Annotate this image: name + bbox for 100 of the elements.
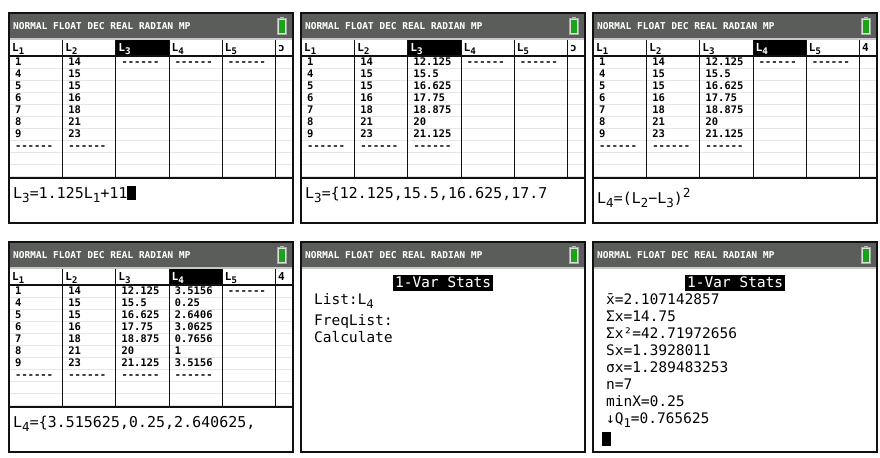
table-cell: 16 bbox=[652, 92, 665, 104]
table-cell: 15.5 bbox=[705, 68, 731, 80]
column-header[interactable]: L$_{5}$ bbox=[806, 40, 859, 57]
entry-line: L$_{3}$={12.125,15.5,16.625,17.7 bbox=[305, 184, 548, 207]
column-header[interactable]: L$_{4}$ bbox=[170, 40, 222, 57]
battery-icon bbox=[277, 17, 287, 35]
table-cell: 8 bbox=[15, 116, 22, 128]
column-header[interactable]: 4 bbox=[860, 40, 876, 57]
column-header[interactable]: L$_{4}$ bbox=[754, 40, 806, 57]
table-cell: ------ bbox=[360, 140, 398, 152]
table-cell: 20 bbox=[705, 116, 718, 128]
menu-title: 1-Var Stats bbox=[392, 275, 494, 291]
table-cell: 4 bbox=[599, 68, 606, 80]
battery-icon bbox=[861, 246, 871, 264]
column-header[interactable]: ɔ bbox=[276, 40, 292, 57]
battery-icon bbox=[277, 246, 287, 264]
battery-icon bbox=[861, 17, 871, 35]
table-cell: 9 bbox=[599, 128, 606, 140]
column-header[interactable]: L$_{3}$ bbox=[116, 40, 169, 57]
column-header[interactable]: L$_{5}$ bbox=[222, 40, 275, 57]
table-cell: 14 bbox=[68, 285, 81, 297]
table-cell: 9 bbox=[307, 128, 314, 140]
table-cell: ------ bbox=[228, 56, 266, 68]
table-cell: 2.6406 bbox=[174, 309, 213, 321]
column-header[interactable]: L$_{4}$ bbox=[170, 269, 222, 286]
table-cell: 12.125 bbox=[121, 285, 160, 297]
table-cell: 14 bbox=[68, 56, 81, 68]
table-cell: 0.7656 bbox=[174, 333, 213, 345]
table-cell: ------ bbox=[174, 369, 213, 381]
table-cell: 16 bbox=[68, 321, 81, 333]
table-cell: 8 bbox=[307, 116, 314, 128]
stat-line: List:L$_{4}$ bbox=[313, 292, 375, 313]
table-cell: 1 bbox=[15, 56, 22, 68]
table-cell: 16 bbox=[360, 92, 373, 104]
table-cell: 12.125 bbox=[705, 56, 744, 68]
table-cell: ------ bbox=[121, 369, 160, 381]
table-cell: 1 bbox=[174, 345, 181, 357]
table-cell: 18 bbox=[68, 333, 81, 345]
table-cell: 17.75 bbox=[121, 321, 153, 333]
table-cell: ------ bbox=[812, 56, 850, 68]
column-header[interactable]: L$_{1}$ bbox=[302, 40, 354, 57]
table-cell: ------ bbox=[413, 140, 452, 152]
table-cell: 4 bbox=[307, 68, 314, 80]
column-header[interactable]: L$_{2}$ bbox=[647, 40, 700, 57]
table-cell: ------ bbox=[599, 140, 637, 152]
table-cell: 23 bbox=[68, 357, 81, 369]
column-header[interactable]: L$_{3}$ bbox=[700, 40, 753, 57]
table-cell: 15.5 bbox=[121, 297, 147, 309]
battery-icon bbox=[569, 246, 579, 264]
table-cell: 23 bbox=[652, 128, 665, 140]
table-cell: 1 bbox=[15, 285, 22, 297]
stat-line: σx=1.289483253 bbox=[605, 360, 730, 377]
column-header[interactable]: L$_{1}$ bbox=[10, 269, 62, 286]
table-cell: 5 bbox=[307, 80, 314, 92]
mode-status: NORMAL FLOAT DEC REAL RADIAN MP bbox=[13, 20, 190, 32]
table-cell: 15 bbox=[652, 68, 665, 80]
entry-line: L$_{4}$={3.515625,0.25,2.640625, bbox=[13, 413, 256, 436]
table-cell: 15 bbox=[68, 80, 81, 92]
column-header[interactable]: L$_{1}$ bbox=[10, 40, 62, 57]
table-cell: 5 bbox=[15, 80, 22, 92]
column-header[interactable]: L$_{5}$ bbox=[514, 40, 567, 57]
table-cell: 0.25 bbox=[174, 297, 200, 309]
stat-line: n=7 bbox=[605, 377, 634, 394]
table-cell: 7 bbox=[599, 104, 606, 116]
column-header[interactable]: 4 bbox=[276, 269, 292, 286]
column-header[interactable]: L$_{4}$ bbox=[462, 40, 514, 57]
stat-line: x̄=2.107142857 bbox=[605, 292, 720, 309]
table-cell: 21.125 bbox=[705, 128, 744, 140]
table-cell: 16 bbox=[68, 92, 81, 104]
table-cell: 21 bbox=[652, 116, 665, 128]
column-header[interactable]: L$_{5}$ bbox=[222, 269, 275, 286]
table-cell: 17.75 bbox=[705, 92, 737, 104]
table-cell: 15 bbox=[360, 68, 373, 80]
table-cell: 6 bbox=[15, 321, 22, 333]
table-cell: 23 bbox=[360, 128, 373, 140]
table-cell: 6 bbox=[15, 92, 22, 104]
table-cell: 21 bbox=[360, 116, 373, 128]
table-cell: 18 bbox=[360, 104, 373, 116]
table-cell: 18.875 bbox=[705, 104, 744, 116]
column-header[interactable]: ɔ bbox=[568, 40, 584, 57]
column-header[interactable]: L$_{3}$ bbox=[116, 269, 169, 286]
table-cell: 16.625 bbox=[705, 80, 744, 92]
table-cell: 15 bbox=[652, 80, 665, 92]
table-cell: ------ bbox=[174, 56, 213, 68]
table-cell: 5 bbox=[599, 80, 606, 92]
table-cell: 21 bbox=[68, 116, 81, 128]
table-cell: 15.5 bbox=[413, 68, 439, 80]
table-cell: 6 bbox=[599, 92, 606, 104]
stat-line: minX=0.25 bbox=[605, 394, 686, 411]
column-header[interactable]: L$_{1}$ bbox=[594, 40, 646, 57]
table-cell: 7 bbox=[15, 104, 22, 116]
table-cell: 15 bbox=[68, 68, 81, 80]
table-cell: 15 bbox=[68, 309, 81, 321]
table-cell: 8 bbox=[599, 116, 606, 128]
table-cell: ------ bbox=[307, 140, 345, 152]
mode-status: NORMAL FLOAT DEC REAL RADIAN MP bbox=[305, 20, 482, 32]
column-header[interactable]: L$_{3}$ bbox=[408, 40, 461, 57]
column-header[interactable]: L$_{2}$ bbox=[63, 269, 116, 286]
table-cell: 16.625 bbox=[413, 80, 452, 92]
table-cell: ------ bbox=[705, 140, 744, 152]
